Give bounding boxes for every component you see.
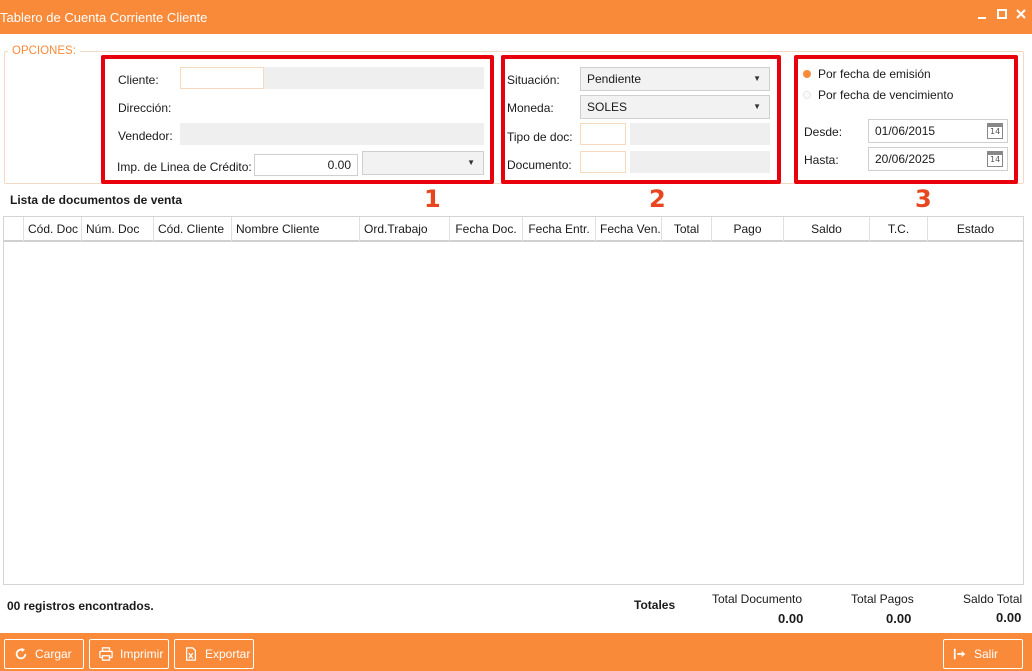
cliente-name-field	[264, 67, 484, 89]
salir-button[interactable]: Salir	[943, 639, 1023, 669]
records-count: 00 registros encontrados.	[7, 599, 154, 613]
documento-label: Documento:	[507, 158, 572, 172]
salir-label: Salir	[974, 647, 999, 661]
column-header[interactable]: Saldo	[784, 217, 870, 242]
moneda-value: SOLES	[587, 100, 628, 114]
column-header[interactable]: Fecha Entr.	[523, 217, 596, 242]
credito-currency-select[interactable]: ▼	[362, 151, 484, 175]
total-documento-label: Total Documento	[712, 592, 803, 606]
saldo-total-value: 0.00	[996, 610, 1022, 625]
chevron-down-icon: ▼	[753, 74, 761, 83]
credito-input[interactable]: 0.00	[254, 154, 358, 176]
cliente-label: Cliente:	[118, 73, 159, 87]
imprimir-button[interactable]: Imprimir	[89, 639, 169, 669]
desde-value: 01/06/2015	[875, 124, 936, 138]
calendar-day-text: 14	[990, 155, 1001, 164]
options-legend: OPCIONES:	[8, 45, 80, 57]
tipodoc-name-field	[630, 123, 770, 145]
radio-emision-label[interactable]: Por fecha de emisión	[818, 67, 931, 81]
column-header[interactable]: Cód. Cliente	[154, 217, 232, 242]
documents-table[interactable]: Cód. Doc Núm. Doc Cód. Cliente Nombre Cl…	[3, 216, 1024, 585]
title-bar: Tablero de Cuenta Corriente Cliente	[0, 0, 1032, 34]
calendar-icon[interactable]: 14	[987, 123, 1003, 139]
situacion-label: Situación:	[507, 73, 560, 87]
column-header[interactable]: Fecha Ven.	[596, 217, 662, 242]
situacion-value: Pendiente	[587, 72, 642, 86]
chevron-down-icon: ▼	[753, 102, 761, 111]
documento-code-input[interactable]	[580, 151, 626, 173]
exit-icon	[953, 648, 966, 660]
tipodoc-label: Tipo de doc:	[507, 130, 573, 144]
calendar-day-text: 14	[990, 127, 1001, 136]
total-pagos-value: 0.00	[886, 611, 912, 626]
totales-label: Totales	[634, 598, 676, 612]
moneda-select[interactable]: SOLES ▼	[580, 95, 770, 119]
chevron-down-icon: ▼	[467, 158, 475, 167]
desde-label: Desde:	[804, 125, 843, 139]
calendar-icon[interactable]: 14	[987, 151, 1003, 167]
close-icon[interactable]	[1013, 8, 1029, 24]
refresh-icon	[15, 647, 27, 660]
column-header[interactable]: Estado	[928, 217, 1023, 242]
row-selector-header	[4, 217, 24, 242]
minimize-icon[interactable]	[974, 8, 990, 24]
total-pagos-label: Total Pagos	[851, 592, 914, 606]
column-header[interactable]: T.C.	[870, 217, 928, 242]
saldo-total-label: Saldo Total	[963, 592, 1023, 606]
vendedor-label: Vendedor:	[118, 129, 173, 143]
highlight-number-2: 2	[649, 185, 666, 213]
radio-vencimiento-label[interactable]: Por fecha de vencimiento	[818, 88, 953, 102]
radio-vencimiento-button[interactable]	[803, 91, 811, 99]
window-title: Tablero de Cuenta Corriente Cliente	[0, 10, 208, 25]
hasta-value: 20/06/2025	[875, 152, 936, 166]
exportar-button[interactable]: Exportar	[174, 639, 254, 669]
documento-name-field	[630, 151, 770, 173]
direccion-label: Dirección:	[118, 101, 172, 115]
bottom-toolbar: Cargar Imprimir Exportar Salir	[0, 633, 1032, 671]
column-header[interactable]: Cód. Doc	[24, 217, 82, 242]
imprimir-label: Imprimir	[120, 647, 164, 661]
total-documento-value: 0.00	[778, 611, 804, 626]
highlight-number-1: 1	[424, 185, 441, 213]
column-header[interactable]: Fecha Doc.	[450, 217, 523, 242]
radio-emision-button[interactable]	[803, 70, 811, 78]
maximize-icon[interactable]	[994, 8, 1010, 24]
list-title: Lista de documentos de venta	[10, 193, 183, 207]
column-header[interactable]: Total	[662, 217, 712, 242]
cargar-label: Cargar	[35, 647, 72, 661]
situacion-select[interactable]: Pendiente ▼	[580, 67, 770, 91]
column-header[interactable]: Nombre Cliente	[232, 217, 360, 242]
table-header: Cód. Doc Núm. Doc Cód. Cliente Nombre Cl…	[4, 217, 1023, 242]
printer-icon	[99, 647, 113, 661]
credito-label: Imp. de Linea de Crédito:	[117, 160, 252, 174]
column-header[interactable]: Núm. Doc	[82, 217, 154, 242]
column-header[interactable]: Ord.Trabajo	[360, 217, 450, 242]
cargar-button[interactable]: Cargar	[4, 639, 84, 669]
excel-icon	[185, 647, 197, 661]
vendedor-field	[180, 123, 484, 145]
cliente-code-input[interactable]	[180, 67, 264, 89]
highlight-number-3: 3	[915, 185, 932, 213]
hasta-label: Hasta:	[804, 153, 839, 167]
tipodoc-code-input[interactable]	[580, 123, 626, 145]
moneda-label: Moneda:	[507, 101, 554, 115]
exportar-label: Exportar	[205, 647, 251, 661]
column-header[interactable]: Pago	[712, 217, 784, 242]
